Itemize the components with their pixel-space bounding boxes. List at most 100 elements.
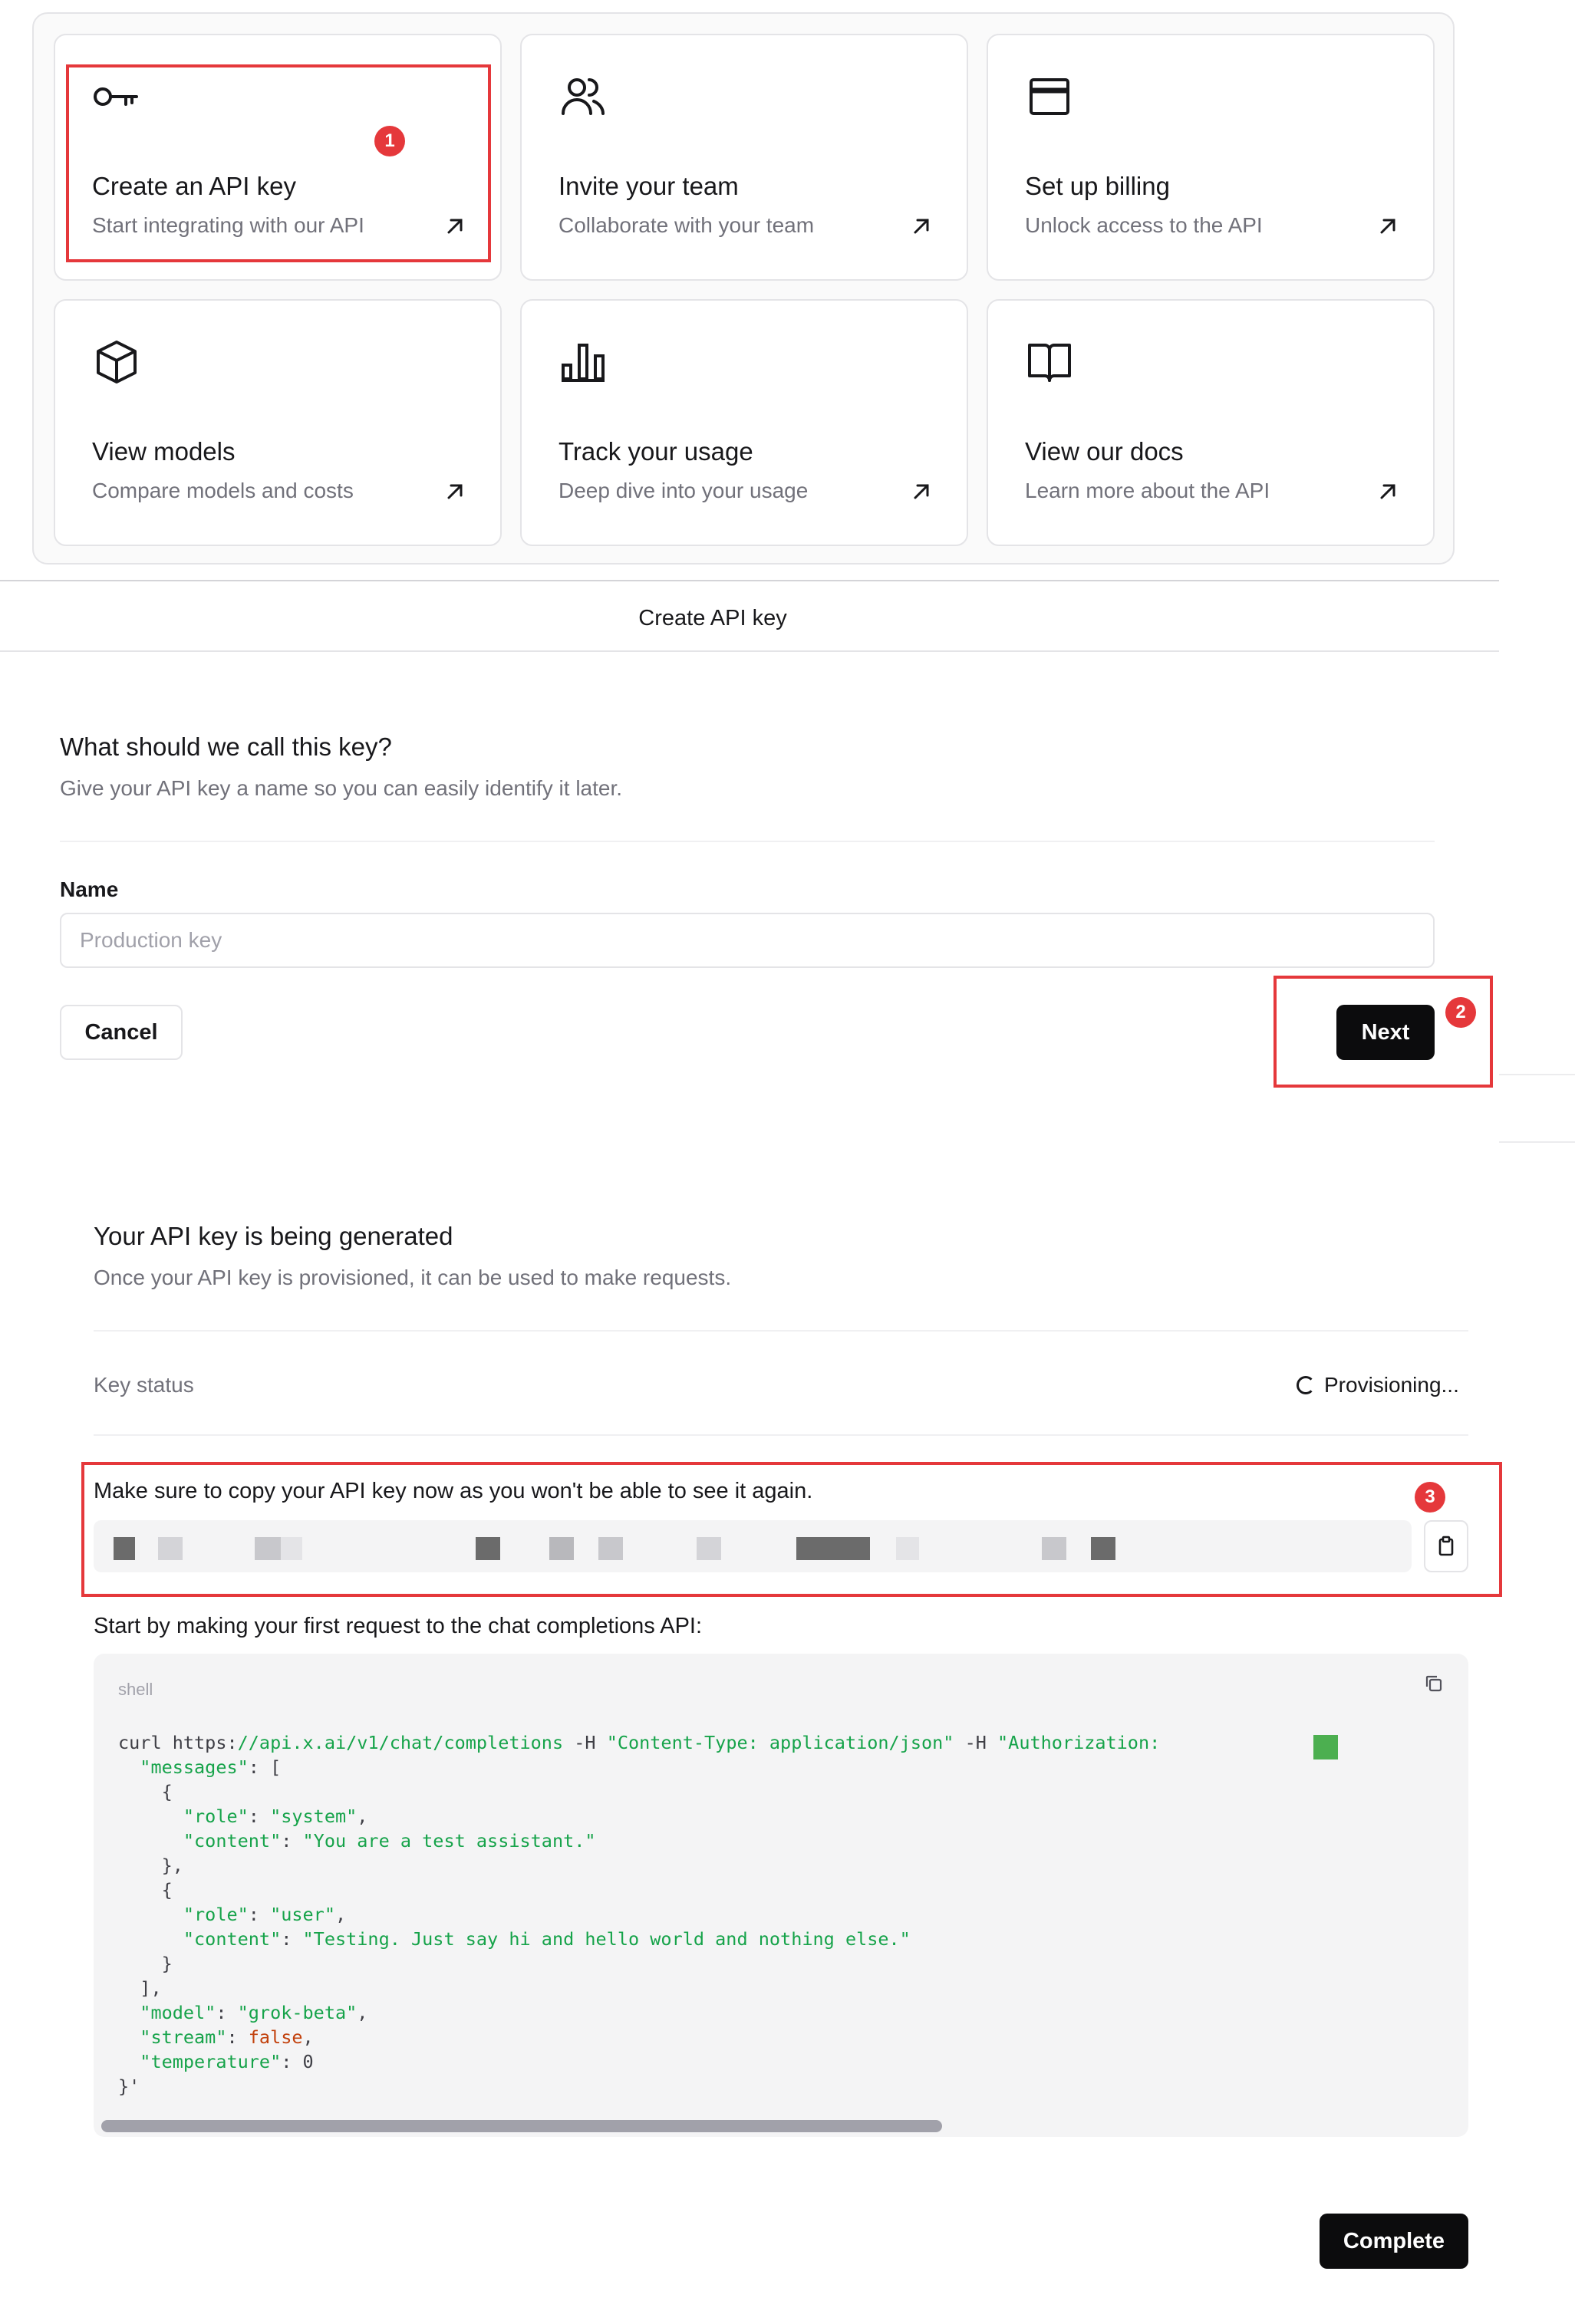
code-token: "user" (270, 1904, 335, 1925)
divider (1499, 1074, 1575, 1075)
code-token: "role" (183, 1806, 249, 1827)
status-indicator (1313, 1735, 1338, 1759)
card-description: Collaborate with your team (558, 213, 815, 237)
code-block: shell curl https://api.x.ai/v1/chat/comp… (94, 1654, 1468, 2137)
code-token: "Authorization: (997, 1732, 1161, 1753)
code-token: , (357, 2002, 368, 2023)
code-token: , (302, 2026, 314, 2048)
code-token: : (216, 2002, 238, 2023)
arrow-up-right-icon (910, 215, 933, 238)
key-status-value: Provisioning... (1297, 1373, 1459, 1397)
credit-card-icon (1025, 72, 1074, 121)
code-language-label: shell (118, 1680, 153, 1699)
code-token: -H (563, 1732, 607, 1753)
card-description: Unlock access to the API (1025, 213, 1263, 237)
divider (60, 841, 1435, 842)
code-token: "temperature" (140, 2051, 282, 2072)
complete-button[interactable]: Complete (1320, 2214, 1468, 2269)
code-token: //api.x.ai/v1/chat/completions (237, 1732, 564, 1753)
code-token: "stream" (140, 2026, 227, 2048)
card-set-up-billing[interactable]: Set up billing Unlock access to the API (987, 34, 1435, 281)
cancel-button[interactable]: Cancel (60, 1005, 183, 1060)
card-title: Invite your team (558, 172, 739, 200)
bar-chart-icon (558, 337, 608, 387)
annotation-box-step-2 (1274, 976, 1493, 1088)
code-token: "grok-beta" (237, 2002, 358, 2023)
card-track-usage[interactable]: Track your usage Deep dive into your usa… (520, 299, 968, 546)
divider (94, 1434, 1468, 1436)
first-request-label: Start by making your first request to th… (94, 1614, 703, 1638)
generated-step-heading: Your API key is being generated (94, 1222, 453, 1250)
annotation-badge-step-2: 2 (1445, 997, 1476, 1028)
code-token: : (248, 1806, 271, 1827)
divider (94, 1330, 1468, 1332)
card-title: Set up billing (1025, 172, 1170, 200)
code-content: curl https://api.x.ai/v1/chat/completion… (118, 1730, 1160, 2099)
code-token: { (118, 1879, 173, 1901)
copy-code-icon[interactable] (1424, 1674, 1444, 1694)
code-token: : (248, 1904, 271, 1925)
card-description: Compare models and costs (92, 479, 354, 502)
key-status-text: Provisioning... (1324, 1373, 1459, 1397)
scrollbar-thumb[interactable] (101, 2120, 942, 2132)
generated-step-subtitle: Once your API key is provisioned, it can… (94, 1266, 732, 1289)
card-view-docs[interactable]: View our docs Learn more about the API (987, 299, 1435, 546)
name-field-label: Name (60, 877, 119, 901)
card-title: View models (92, 437, 236, 466)
annotation-box-step-1 (66, 64, 491, 262)
card-view-models[interactable]: View models Compare models and costs (54, 299, 502, 546)
card-description: Deep dive into your usage (558, 479, 809, 502)
code-token: }, (118, 1855, 183, 1876)
annotation-box-step-3 (81, 1462, 1502, 1597)
code-token: "Content-Type: application/json" (606, 1732, 954, 1753)
name-step-subtitle: Give your API key a name so you can easi… (60, 776, 623, 800)
code-token: } (118, 1953, 173, 1974)
spinner-icon (1297, 1376, 1315, 1394)
code-token: false (248, 2026, 303, 2048)
card-invite-team[interactable]: Invite your team Collaborate with your t… (520, 34, 968, 281)
code-token: "Testing. Just say hi and hello world an… (302, 1928, 911, 1950)
card-title: View our docs (1025, 437, 1184, 466)
arrow-up-right-icon (443, 480, 466, 503)
code-token: ], (118, 1977, 162, 1999)
name-step-heading: What should we call this key? (60, 732, 392, 761)
team-icon (558, 72, 608, 121)
card-title: Track your usage (558, 437, 753, 466)
arrow-up-right-icon (1376, 215, 1399, 238)
code-token: : (281, 1830, 303, 1852)
cube-icon (92, 337, 141, 387)
card-description: Learn more about the API (1025, 479, 1270, 502)
annotation-badge-step-3: 3 (1415, 1482, 1445, 1513)
code-token: "content" (183, 1830, 282, 1852)
code-token: "role" (183, 1904, 249, 1925)
annotation-badge-step-1: 1 (374, 126, 405, 156)
code-token: , (334, 1904, 347, 1925)
name-input[interactable] (60, 913, 1435, 968)
arrow-up-right-icon (910, 480, 933, 503)
code-token: "system" (270, 1806, 358, 1827)
arrow-up-right-icon (1376, 480, 1399, 503)
code-token: { (118, 1781, 173, 1802)
code-token: : 0 (281, 2051, 314, 2072)
code-token: "You are a test assistant." (302, 1830, 596, 1852)
code-token: -H (954, 1732, 998, 1753)
code-token: }' (118, 2075, 140, 2097)
code-token: "messages" (140, 1756, 249, 1778)
code-token: "content" (183, 1928, 282, 1950)
code-token: : [ (248, 1756, 282, 1778)
divider (0, 580, 1499, 581)
code-token: "model" (140, 2002, 216, 2023)
divider (0, 650, 1499, 652)
code-token: : (226, 2026, 249, 2048)
horizontal-scrollbar[interactable] (97, 2120, 1465, 2132)
code-token: curl https: (118, 1732, 238, 1753)
dialog-title: Create API key (638, 606, 787, 630)
